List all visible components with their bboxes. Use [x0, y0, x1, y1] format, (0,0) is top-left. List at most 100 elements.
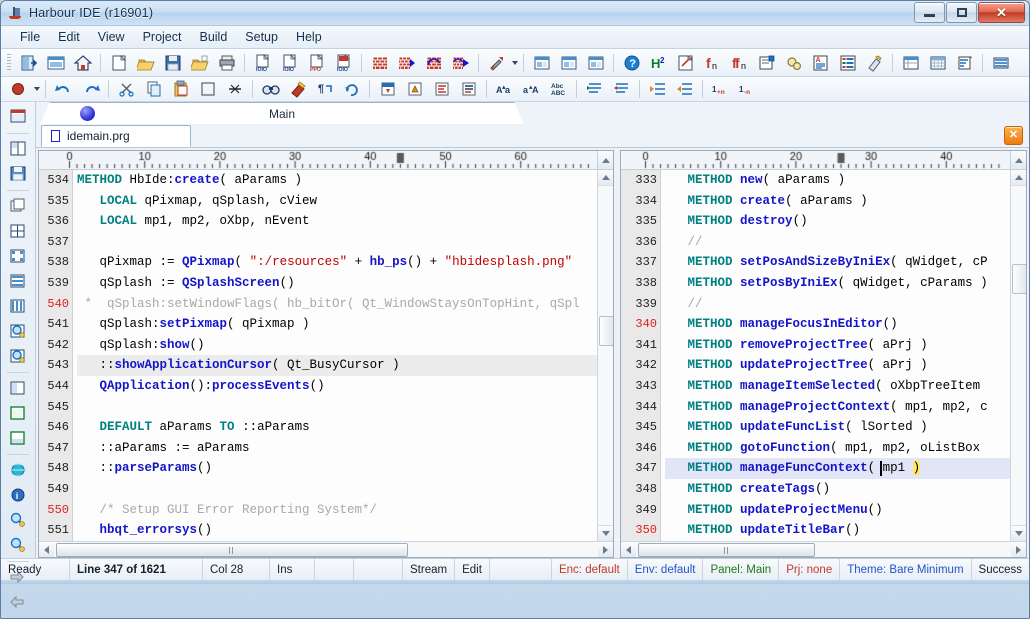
code-line[interactable]: METHOD setPosByIniEx( qWidget, cParams )	[665, 273, 1010, 294]
code-line[interactable]: qSplash := QSplashScreen()	[77, 273, 597, 294]
tab-idemain-prg[interactable]: idemain.prg	[41, 125, 191, 147]
rebuild-icon[interactable]	[421, 51, 446, 75]
close-button[interactable]: ✕	[978, 2, 1025, 23]
build-run-icon[interactable]	[394, 51, 419, 75]
sidebar-item-horizontal[interactable]	[4, 269, 32, 293]
new-file-icon[interactable]	[106, 51, 131, 75]
redo-icon[interactable]	[78, 77, 103, 101]
horizontal-scroll-thumb-right[interactable]	[638, 543, 815, 557]
code-line[interactable]: METHOD updateProjectMenu()	[665, 500, 1010, 521]
sidebar-item-last[interactable]	[4, 615, 32, 619]
sidebar-item-save-all[interactable]	[4, 162, 32, 186]
outdent-icon[interactable]	[672, 77, 697, 101]
scroll-down-button-right[interactable]	[1011, 525, 1026, 541]
select-all-icon[interactable]	[195, 77, 220, 101]
indent-icon[interactable]	[645, 77, 670, 101]
delete-icon[interactable]	[222, 77, 247, 101]
open-project-icon[interactable]	[187, 51, 212, 75]
build-settings-icon[interactable]	[484, 51, 509, 75]
uncomment-block-icon[interactable]	[609, 77, 634, 101]
reload-icon[interactable]	[339, 77, 364, 101]
horizontal-scrollbar-left[interactable]	[39, 541, 613, 557]
minimize-button[interactable]	[914, 2, 945, 23]
code-line[interactable]: METHOD removeProjectTree( aPrj )	[665, 335, 1010, 356]
sidebar-item-pane-bottom[interactable]	[4, 426, 32, 450]
horizontal-scrollbar-right[interactable]	[621, 541, 1026, 557]
sidebar-item-zoom-out[interactable]	[4, 533, 32, 557]
horizontal-scroll-track-left[interactable]	[54, 542, 598, 557]
sidebar-item-tile-corners[interactable]	[4, 244, 32, 268]
panel-tab-main[interactable]: Main	[40, 102, 524, 124]
tools-misc-icon[interactable]	[781, 51, 806, 75]
edit-note-icon[interactable]	[673, 51, 698, 75]
table-view-icon[interactable]	[898, 51, 923, 75]
sidebar-item-vertical[interactable]	[4, 294, 32, 318]
code-line[interactable]: //	[665, 232, 1010, 253]
code-line[interactable]: QApplication():processEvents()	[77, 376, 597, 397]
record-icon[interactable]	[6, 77, 31, 101]
build-settings-dropdown[interactable]	[510, 52, 519, 74]
bookmark-add-icon[interactable]	[402, 77, 427, 101]
sidebar-item-prev[interactable]	[4, 590, 32, 614]
sidebar-item-info-2[interactable]: i	[4, 483, 32, 507]
compile-ppo2-icon[interactable]: PPO	[304, 51, 329, 75]
code-text-left[interactable]: METHOD HbIde:create( aParams ) LOCAL qPi…	[73, 170, 597, 541]
menu-item-view[interactable]: View	[89, 28, 134, 46]
scroll-up-button-right[interactable]	[1011, 170, 1026, 186]
menu-item-help[interactable]: Help	[287, 28, 331, 46]
vertical-scroll-thumb-right[interactable]	[1012, 264, 1026, 294]
comment-block-icon[interactable]	[582, 77, 607, 101]
sidebar-item-properties[interactable]	[4, 105, 32, 129]
code-line[interactable]: METHOD HbIde:create( aParams )	[77, 170, 597, 191]
code-line[interactable]: METHOD updateProjectTree( aPrj )	[665, 355, 1010, 376]
code-line[interactable]: METHOD createTags()	[665, 479, 1010, 500]
code-line[interactable]: METHOD gotoFunction( mp1, mp2, oListBox	[665, 438, 1010, 459]
code-line[interactable]: qPixmap := QPixmap( ":/resources" + hb_p…	[77, 252, 597, 273]
open-file-icon[interactable]	[133, 51, 158, 75]
bookmark-prev-icon[interactable]	[456, 77, 481, 101]
copy-icon[interactable]	[141, 77, 166, 101]
code-text-right[interactable]: METHOD new( aParams ) METHOD create( aPa…	[661, 170, 1010, 541]
build-icon[interactable]	[367, 51, 392, 75]
code-line[interactable]	[77, 397, 597, 418]
vertical-scroll-track-left[interactable]	[598, 186, 613, 525]
sidebar-item-split-view[interactable]	[4, 137, 32, 161]
undo-icon[interactable]	[51, 77, 76, 101]
save-file-icon[interactable]	[160, 51, 185, 75]
panel-main-icon[interactable]	[529, 51, 554, 75]
rebuild-run-icon[interactable]	[448, 51, 473, 75]
code-line[interactable]: METHOD manageFocusInEditor()	[665, 314, 1010, 335]
record-dropdown[interactable]	[32, 78, 41, 100]
menu-item-setup[interactable]: Setup	[236, 28, 287, 46]
uppercase-icon[interactable]: A▴a	[492, 77, 517, 101]
sidebar-item-zoom-view-1[interactable]	[4, 319, 32, 343]
cut-icon[interactable]	[114, 77, 139, 101]
replace-icon[interactable]	[285, 77, 310, 101]
code-line[interactable]: ::showApplicationCursor( Qt_BusyCursor )	[77, 355, 597, 376]
compile-ppo-icon[interactable]: IOIO	[250, 51, 275, 75]
horizontal-scroll-thumb-left[interactable]	[56, 543, 408, 557]
lowercase-icon[interactable]: a▴A	[519, 77, 544, 101]
bookmark-top-icon[interactable]	[375, 77, 400, 101]
horizontal-scroll-track-right[interactable]	[636, 542, 1011, 557]
vertical-scroll-thumb-left[interactable]	[599, 316, 613, 346]
panel-two-icon[interactable]	[556, 51, 581, 75]
vertical-scrollbar-left[interactable]	[597, 170, 613, 541]
restore-window-icon[interactable]	[43, 51, 68, 75]
function-list-icon[interactable]: fn	[700, 51, 725, 75]
code-line[interactable]: //	[665, 294, 1010, 315]
code-line[interactable]: METHOD new( aParams )	[665, 170, 1010, 191]
maximize-button[interactable]	[946, 2, 977, 23]
menu-item-edit[interactable]: Edit	[49, 28, 89, 46]
compile-exe-icon[interactable]: IOIO	[331, 51, 356, 75]
code-line[interactable]: METHOD manageProjectContext( mp1, mp2, c	[665, 397, 1010, 418]
code-line[interactable]: qSplash:setPixmap( qPixmap )	[77, 314, 597, 335]
menu-item-build[interactable]: Build	[190, 28, 236, 46]
bookmark-next-icon[interactable]	[429, 77, 454, 101]
code-line[interactable]: METHOD destroy()	[665, 211, 1010, 232]
help-icon[interactable]: ?	[619, 51, 644, 75]
home-icon[interactable]	[70, 51, 95, 75]
toolbar-grip[interactable]	[7, 54, 11, 72]
vertical-scrollbar-right[interactable]	[1010, 170, 1026, 541]
menu-item-project[interactable]: Project	[134, 28, 191, 46]
